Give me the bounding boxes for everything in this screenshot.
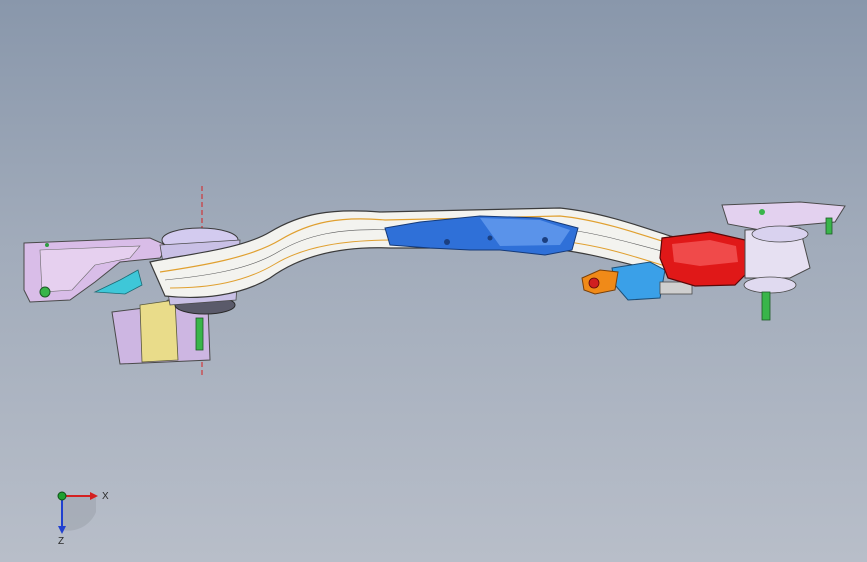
left-housing-bolt[interactable]: [195, 317, 204, 351]
y-axis-dot: [57, 491, 67, 501]
lower-link-bracket[interactable]: [611, 261, 666, 301]
left-bracket-bolt[interactable]: [39, 286, 51, 298]
axis-triad: X Z Y: [57, 491, 109, 547]
cad-viewport[interactable]: X Z Y: [0, 0, 867, 562]
x-axis-label: X: [102, 491, 109, 502]
right-mount-bolt[interactable]: [761, 291, 771, 321]
z-axis-label: Z: [58, 536, 64, 547]
reinforcement-hole-3: [542, 237, 548, 243]
right-upper-bushing: [751, 225, 809, 243]
right-bracket-pin: [759, 209, 765, 215]
right-bracket-bolt[interactable]: [825, 217, 833, 235]
left-bracket-pin: [45, 243, 49, 247]
reinforcement-hole-1: [444, 239, 450, 245]
left-housing-plate: [139, 299, 179, 363]
triad-shade: [62, 496, 96, 531]
orange-link-bolt[interactable]: [588, 277, 600, 289]
right-lower-bushing: [743, 276, 797, 294]
reinforcement-hole-2: [487, 235, 493, 241]
orange-link[interactable]: [581, 269, 619, 295]
subframe-model[interactable]: [0, 0, 867, 562]
